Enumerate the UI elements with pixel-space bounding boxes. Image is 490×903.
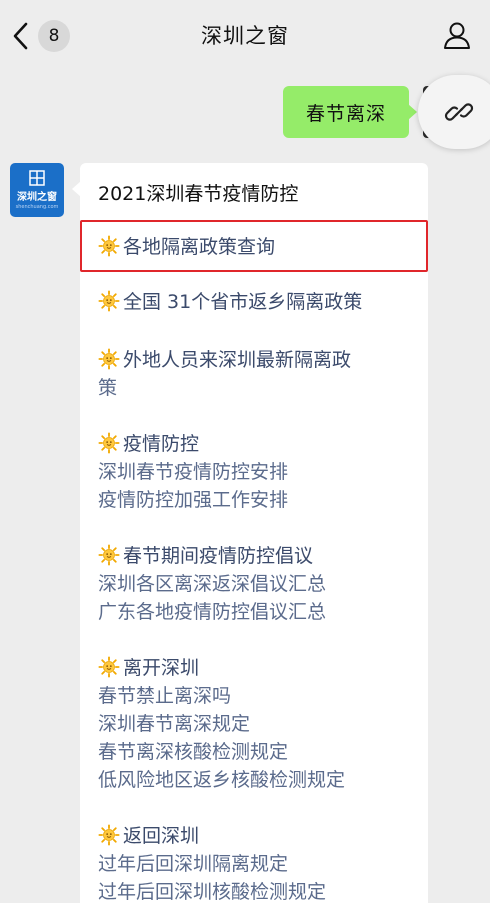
menu-link[interactable]: 策 <box>98 374 117 402</box>
menu-link-text: 返回深圳 <box>123 825 200 847</box>
link-floating-button[interactable] <box>418 75 490 149</box>
bot-avatar[interactable]: 深圳之窗 shenchuang.com <box>10 163 64 217</box>
menu-section-link[interactable]: 各地隔离政策查询 <box>98 233 275 261</box>
bot-message-bubble: 2021深圳春节疫情防控 各地隔离政策查询全国 31个省市返乡隔离政策 外地人员来… <box>72 163 428 903</box>
menu-link-text: 深圳春节离深规定 <box>98 713 251 735</box>
link-icon <box>444 103 474 121</box>
sun-emoji-icon <box>98 432 120 454</box>
menu-link[interactable]: 过年后回深圳核酸检测规定 <box>98 878 326 903</box>
menu-section-link[interactable]: 全国 31个省市返乡隔离政策 <box>98 288 362 316</box>
menu-section-link[interactable]: 春节期间疫情防控倡议 <box>98 542 313 570</box>
menu-link-text: 广东各地疫情防控倡议汇总 <box>98 601 327 623</box>
menu-link[interactable]: 深圳春节离深规定 <box>98 710 250 738</box>
menu-link-text: 全国 31个省市返乡隔离政策 <box>123 291 363 313</box>
menu-link-text: 过年后回深圳核酸检测规定 <box>98 881 327 903</box>
menu-link-text: 疫情防控 <box>123 433 200 455</box>
sun-emoji-icon <box>98 656 120 678</box>
menu-link-text: 各地隔离政策查询 <box>123 236 276 258</box>
chat-title: 深圳之窗 <box>201 24 289 48</box>
sun-emoji-icon <box>98 824 120 846</box>
sun-emoji-icon <box>98 348 120 370</box>
user-message-bubble[interactable]: 春节离深 <box>283 86 417 138</box>
menu-link[interactable]: 深圳各区离深返深倡议汇总 <box>98 570 326 598</box>
menu-link-text: 外地人员来深圳最新隔离政 <box>123 349 352 371</box>
menu-link-text: 过年后回深圳隔离规定 <box>98 853 289 875</box>
menu-link-text: 低风险地区返乡核酸检测规定 <box>98 769 346 791</box>
menu-link[interactable]: 过年后回深圳隔离规定 <box>98 850 288 878</box>
menu-link[interactable]: 低风险地区返乡核酸检测规定 <box>98 766 345 794</box>
person-icon[interactable] <box>442 20 472 50</box>
menu-link-text: 春节禁止离深吗 <box>98 685 232 707</box>
menu-section-link[interactable]: 外地人员来深圳最新隔离政 <box>98 346 351 374</box>
avatar-logo-text: 深圳之窗 <box>17 192 57 203</box>
menu-link-text: 疫情防控加强工作安排 <box>98 489 289 511</box>
sun-emoji-icon <box>98 290 120 312</box>
menu-section-link[interactable]: 疫情防控 <box>98 430 199 458</box>
menu-link[interactable]: 疫情防控加强工作安排 <box>98 486 288 514</box>
menu-link-text: 深圳春节疫情防控安排 <box>98 461 289 483</box>
menu-section-link[interactable]: 离开深圳 <box>98 654 199 682</box>
menu-link-text: 深圳各区离深返深倡议汇总 <box>98 573 327 595</box>
menu-link[interactable]: 春节禁止离深吗 <box>98 682 231 710</box>
menu-link-text: 离开深圳 <box>123 657 200 679</box>
navigation-bar: 8 深圳之窗 <box>0 0 490 70</box>
menu-link-text: 策 <box>98 377 118 399</box>
menu-link[interactable]: 深圳春节疫情防控安排 <box>98 458 288 486</box>
menu-link-text: 春节离深核酸检测规定 <box>98 741 289 763</box>
message-title: 2021深圳春节疫情防控 <box>98 183 299 205</box>
window-logo-icon <box>29 170 45 186</box>
sun-emoji-icon <box>98 544 120 566</box>
menu-link[interactable]: 广东各地疫情防控倡议汇总 <box>98 598 326 626</box>
sun-emoji-icon <box>98 235 120 257</box>
menu-link[interactable]: 春节离深核酸检测规定 <box>98 738 288 766</box>
avatar-subtitle: shenchuang.com <box>15 204 59 210</box>
menu-section-link[interactable]: 返回深圳 <box>98 822 199 850</box>
menu-link-text: 春节期间疫情防控倡议 <box>123 545 314 567</box>
